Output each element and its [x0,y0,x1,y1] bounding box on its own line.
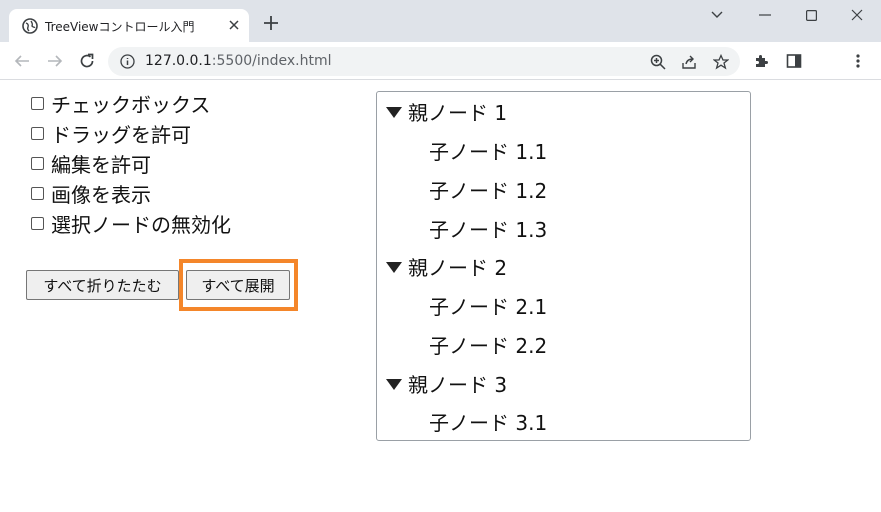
checkbox-allow-edit[interactable] [31,156,44,170]
globe-icon [22,18,38,34]
back-arrow-icon[interactable] [12,51,32,71]
chevron-down-icon[interactable] [708,6,726,24]
expand-triangle-icon[interactable] [386,378,402,390]
extensions-puzzle-icon[interactable] [752,52,770,70]
tab-strip: TreeViewコントロール入門 [0,0,881,42]
tree-child-node[interactable]: 子ノード 2.1 [429,291,547,319]
window-close-icon[interactable] [848,6,866,24]
option-disable-selected[interactable]: 選択ノードの無効化 [31,211,231,237]
address-bar[interactable]: 127.0.0.1:5500/index.html [108,47,740,76]
collapse-all-button[interactable]: すべて折りたたむ [26,270,179,300]
option-drag[interactable]: ドラッグを許可 [31,121,191,147]
option-label: 選択ノードの無効化 [51,212,231,237]
tree-child-node[interactable]: 子ノード 1.1 [429,136,547,164]
maximize-icon[interactable] [802,6,820,24]
minimize-icon[interactable] [756,6,774,24]
tree-child-node[interactable]: 子ノード 1.2 [429,175,547,203]
node-label: 子ノード 2.1 [429,294,548,319]
more-menu-icon[interactable] [849,52,867,70]
tree-view[interactable]: 親ノード 1 子ノード 1.1 子ノード 1.2 子ノード 1.3 親ノード 2… [376,91,751,441]
node-label: 子ノード 3.1 [429,410,548,435]
reload-icon[interactable] [77,51,97,71]
checkbox-allow-drag[interactable] [31,126,44,140]
new-tab-plus-icon[interactable] [262,14,280,32]
node-label: 親ノード 3 [408,372,508,397]
share-icon[interactable] [680,53,698,71]
checkbox-enable-checkboxes[interactable] [31,96,44,110]
info-icon[interactable] [120,54,135,69]
checkbox-disable-selected-node[interactable] [31,216,44,230]
tab-title: TreeViewコントロール入門 [45,20,195,34]
highlight-box [179,259,298,311]
node-label: 親ノード 2 [408,255,508,280]
browser-tab[interactable]: TreeViewコントロール入門 [9,9,249,42]
option-label: 画像を表示 [51,182,151,207]
node-label: 親ノード 1 [408,100,508,125]
browser-toolbar: 127.0.0.1:5500/index.html [0,42,881,80]
page-viewport: チェックボックス ドラッグを許可 編集を許可 画像を表示 選択ノードの無効化 す… [0,80,881,512]
node-label: 子ノード 1.2 [429,178,548,203]
node-label: 子ノード 1.3 [429,217,548,242]
tree-parent-node[interactable]: 親ノード 3 [386,369,507,397]
expand-triangle-icon[interactable] [386,261,402,273]
option-label: チェックボックス [51,92,211,117]
expand-triangle-icon[interactable] [386,106,402,118]
node-label: 子ノード 1.1 [429,139,548,164]
option-images[interactable]: 画像を表示 [31,181,151,207]
tree-child-node[interactable]: 子ノード 1.3 [429,214,547,242]
tree-child-node[interactable]: 子ノード 3.1 [429,407,547,435]
option-label: 編集を許可 [51,152,151,177]
node-label: 子ノード 2.2 [429,333,548,358]
zoom-icon[interactable] [649,53,667,71]
forward-arrow-icon[interactable] [45,51,65,71]
option-edit[interactable]: 編集を許可 [31,151,151,177]
tree-parent-node[interactable]: 親ノード 1 [386,97,507,125]
tree-child-node[interactable]: 子ノード 2.2 [429,330,547,358]
side-panel-icon[interactable] [785,52,803,70]
close-icon[interactable] [226,17,242,33]
option-label: ドラッグを許可 [51,122,191,147]
bookmark-star-icon[interactable] [712,53,730,71]
url-text: 127.0.0.1:5500/index.html [145,53,332,69]
tree-parent-node[interactable]: 親ノード 2 [386,252,507,280]
checkbox-show-images[interactable] [31,186,44,200]
option-checkbox[interactable]: チェックボックス [31,91,211,117]
